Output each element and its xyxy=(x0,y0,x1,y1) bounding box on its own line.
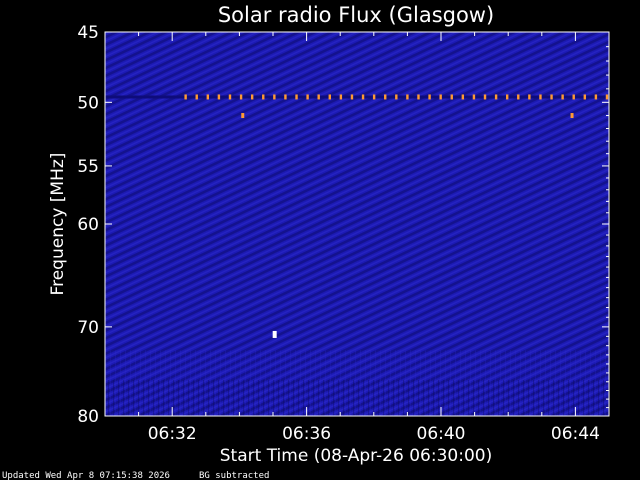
band-dot xyxy=(472,94,476,100)
band-dot xyxy=(572,94,575,100)
chart-title: Solar radio Flux (Glasgow) xyxy=(218,3,494,27)
band-dot xyxy=(561,94,564,100)
band-dot xyxy=(372,94,376,100)
band-dot xyxy=(483,94,487,100)
spectrogram-chart: Solar radio Flux (Glasgow) 455055607080 … xyxy=(2,3,610,480)
band-dot xyxy=(262,94,265,100)
band-dot xyxy=(517,94,520,100)
band-dot xyxy=(428,94,431,100)
y-tick-label: 70 xyxy=(77,318,99,338)
y-tick-label: 60 xyxy=(77,215,99,235)
band-dot xyxy=(417,94,420,100)
footer-mode: BG subtracted xyxy=(199,471,269,480)
band-dot xyxy=(295,94,298,100)
footer-updated: Updated Wed Apr 8 07:15:38 2026 xyxy=(2,471,170,480)
band-dot xyxy=(384,94,387,100)
band-dot xyxy=(250,94,254,100)
x-tick-label: 06:36 xyxy=(282,424,331,444)
band-dot xyxy=(594,94,598,100)
band-dot xyxy=(317,94,320,100)
band-dot xyxy=(539,94,542,100)
band-dot xyxy=(550,94,553,100)
y-tick-label: 45 xyxy=(77,23,99,43)
band-dot xyxy=(505,94,509,100)
band-dot xyxy=(228,94,232,100)
spectrogram-lower-region xyxy=(105,350,609,416)
band-dot xyxy=(494,94,498,100)
band-dot xyxy=(239,94,243,100)
band-dot xyxy=(395,94,398,100)
x-axis-label: Start Time (08-Apr-26 06:30:00) xyxy=(220,446,492,466)
band-dot xyxy=(195,94,198,100)
band-dot xyxy=(461,94,465,100)
band-dot xyxy=(273,94,276,100)
band-dot xyxy=(306,94,309,100)
x-tick-label: 06:40 xyxy=(417,424,466,444)
y-axis-label: Frequency [MHz] xyxy=(48,153,68,296)
y-tick-label: 50 xyxy=(77,93,99,113)
band-dot xyxy=(184,94,187,100)
x-tick-label: 06:32 xyxy=(148,424,197,444)
x-tick-label: 06:44 xyxy=(551,424,600,444)
band-dot xyxy=(583,94,587,100)
band-dot xyxy=(284,94,287,100)
band-dot xyxy=(339,94,343,100)
spot-marker xyxy=(570,113,574,119)
band-dot xyxy=(406,94,409,100)
y-tick-label: 55 xyxy=(77,157,99,177)
spot-marker xyxy=(241,113,245,119)
band-dot xyxy=(528,94,531,100)
band-dot xyxy=(361,94,365,100)
band-dot xyxy=(350,94,354,100)
spot-marker xyxy=(272,330,277,338)
band-dot xyxy=(450,94,453,100)
band-dot xyxy=(439,94,442,100)
band-dot xyxy=(206,94,210,100)
band-dot xyxy=(328,94,331,100)
plot-area xyxy=(104,31,610,417)
y-tick-label: 80 xyxy=(77,407,99,427)
band-dot xyxy=(217,94,221,100)
band-dot xyxy=(605,94,609,100)
